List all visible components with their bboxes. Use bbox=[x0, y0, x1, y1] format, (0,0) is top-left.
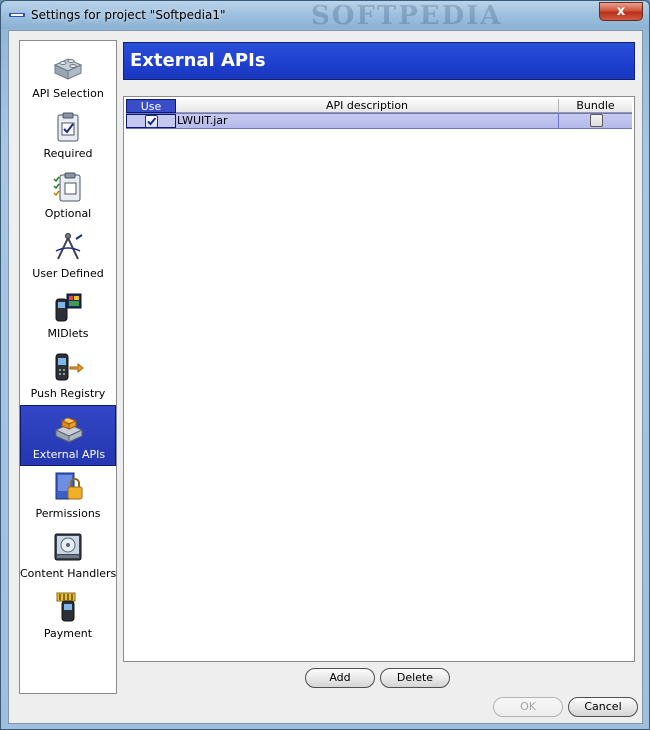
phone-screen-icon bbox=[55, 293, 82, 322]
page-header: External APIs bbox=[123, 42, 635, 80]
api-description-cell: LWUIT.jar bbox=[176, 114, 559, 128]
sidebar-item-push-registry[interactable]: Push Registry bbox=[20, 345, 116, 405]
sidebar-item-label: Payment bbox=[43, 627, 93, 640]
close-button[interactable]: x bbox=[599, 2, 643, 21]
sidebar-item-label: Permissions bbox=[35, 507, 101, 520]
cancel-button[interactable]: Cancel bbox=[568, 697, 638, 717]
clipboard-check-icon bbox=[57, 112, 79, 142]
column-header-use[interactable]: Use bbox=[126, 99, 176, 113]
checklist-icon bbox=[53, 172, 81, 202]
phone-arrow-icon bbox=[55, 353, 84, 381]
sidebar-item-optional[interactable]: Optional bbox=[20, 165, 116, 225]
sidebar-item-permissions[interactable]: Permissions bbox=[20, 465, 116, 525]
sidebar-item-label: Required bbox=[43, 147, 93, 160]
sidebar-item-api-selection[interactable]: API Selection bbox=[20, 45, 116, 105]
window-title: Settings for project "Softpedia1" bbox=[31, 8, 226, 22]
bundle-cell bbox=[559, 114, 632, 128]
sidebar-item-midlets[interactable]: MIDlets bbox=[20, 285, 116, 345]
use-checkbox[interactable] bbox=[145, 115, 158, 128]
cancel-button-label: Cancel bbox=[584, 700, 622, 713]
watermark-text: SOFTPEDIA bbox=[311, 1, 503, 31]
sidebar-item-required[interactable]: Required bbox=[20, 105, 116, 165]
sidebar-item-label: Push Registry bbox=[30, 387, 106, 400]
ok-button[interactable]: OK bbox=[493, 697, 563, 717]
column-header-bundle[interactable]: Bundle bbox=[559, 99, 632, 113]
checkmark-icon bbox=[147, 117, 157, 126]
lock-icon bbox=[55, 472, 83, 500]
page-title: External APIs bbox=[130, 50, 266, 71]
ok-button-label: OK bbox=[520, 700, 536, 713]
sidebar-item-label: MIDlets bbox=[47, 327, 89, 340]
title-bar[interactable]: Settings for project "Softpedia1" SOFTPE… bbox=[1, 1, 649, 31]
lego-blocks-orange-icon bbox=[54, 417, 84, 443]
use-cell bbox=[126, 114, 176, 128]
column-header-api-description[interactable]: API description bbox=[176, 99, 559, 113]
external-apis-table: Use API description Bundle LWUIT.jar bbox=[123, 96, 635, 662]
phone-coins-icon bbox=[56, 592, 76, 622]
sidebar-item-external-apis[interactable]: External APIs bbox=[20, 405, 116, 466]
sidebar-item-label: External APIs bbox=[32, 448, 106, 461]
app-icon bbox=[9, 13, 25, 17]
category-sidebar: API Selection Required Optional User Def… bbox=[19, 40, 117, 694]
lego-blocks-icon bbox=[53, 58, 83, 80]
cd-drive-icon bbox=[54, 533, 82, 561]
sidebar-item-label: Content Handlers bbox=[20, 567, 117, 580]
delete-button[interactable]: Delete bbox=[380, 668, 450, 688]
settings-window: Settings for project "Softpedia1" SOFTPE… bbox=[0, 0, 650, 730]
sidebar-item-label: API Selection bbox=[32, 87, 104, 100]
add-button[interactable]: Add bbox=[305, 668, 375, 688]
sidebar-item-label: Optional bbox=[44, 207, 92, 220]
table-header: Use API description Bundle bbox=[126, 99, 632, 113]
sidebar-item-content-handlers[interactable]: Content Handlers bbox=[20, 525, 116, 585]
bundle-checkbox[interactable] bbox=[590, 114, 603, 127]
table-row[interactable]: LWUIT.jar bbox=[126, 113, 632, 129]
sidebar-item-payment[interactable]: Payment bbox=[20, 585, 116, 645]
dialog-body: API Selection Required Optional User Def… bbox=[8, 30, 643, 724]
compass-drawing-icon bbox=[55, 233, 83, 260]
sidebar-item-label: User Defined bbox=[32, 267, 104, 280]
sidebar-item-user-defined[interactable]: User Defined bbox=[20, 225, 116, 285]
